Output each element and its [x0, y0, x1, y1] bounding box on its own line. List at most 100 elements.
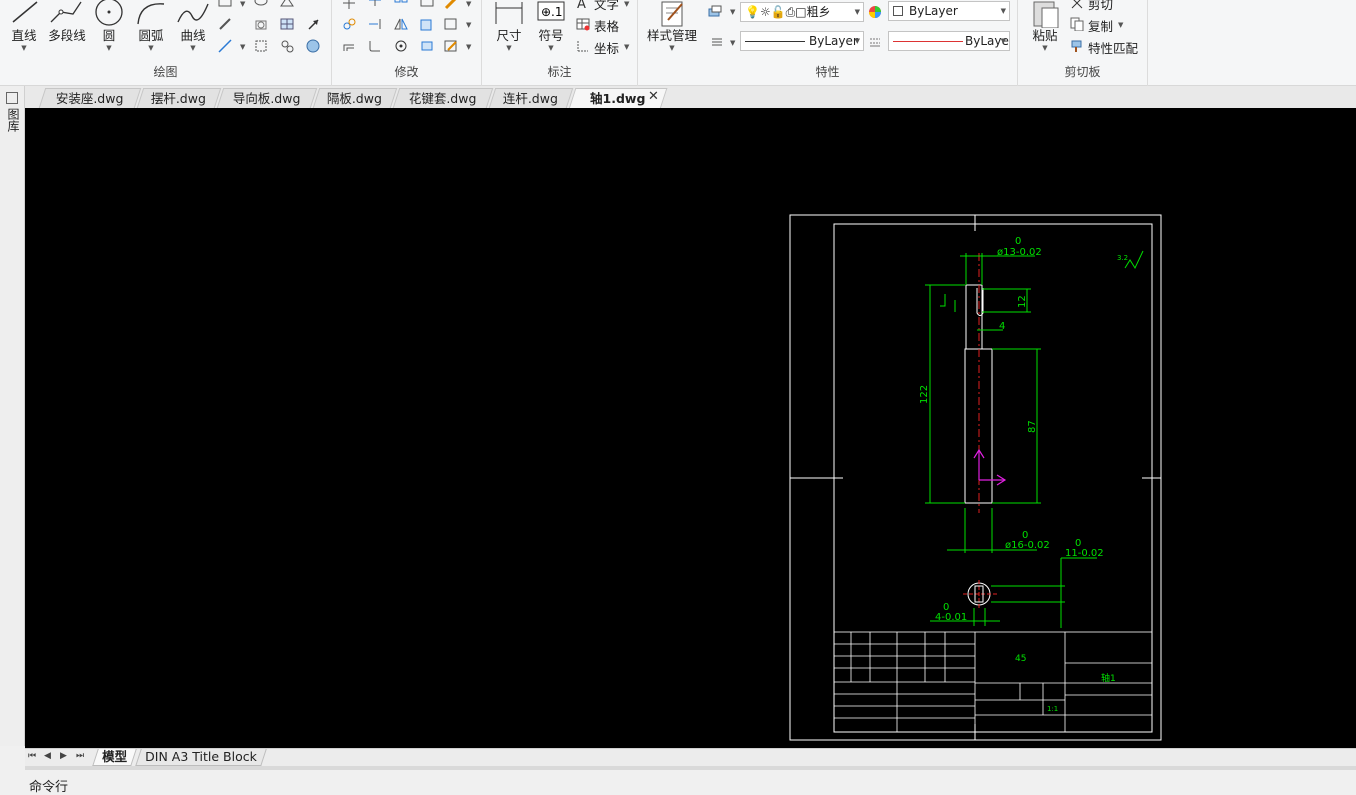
- annotate-panel: 尺寸 ▼ ⊕.1 符号 ▼ A 文字 ▼ 表格 坐标 ▼ 标注: [482, 0, 638, 86]
- tab-geban[interactable]: 隔板.dwg: [312, 88, 398, 108]
- mirror-icon[interactable]: [394, 17, 408, 31]
- paste-button[interactable]: 粘贴 ▼: [1024, 0, 1066, 52]
- table-label[interactable]: 表格: [594, 16, 619, 35]
- symbol-icon: ⊕.1: [530, 0, 572, 28]
- pointer-icon[interactable]: [306, 17, 320, 31]
- annotate-panel-title: 标注: [547, 65, 572, 79]
- linetype-sample: [745, 41, 805, 42]
- clipboard-panel: 粘贴 ▼ 剪切 复制 ▼ 特性匹配 剪切板: [1018, 0, 1148, 86]
- library-icon[interactable]: [6, 92, 18, 104]
- ellipse-icon[interactable]: [254, 0, 268, 10]
- scissors-icon[interactable]: [1070, 0, 1084, 10]
- cut-label[interactable]: 剪切: [1088, 0, 1113, 13]
- tool-palette-strip: 图库: [0, 86, 25, 746]
- table-grid-icon[interactable]: [280, 17, 294, 31]
- fillet-icon[interactable]: [368, 39, 382, 53]
- explode-icon[interactable]: [444, 17, 458, 31]
- modify-panel: ▼ ▼ ▼ 修改: [332, 0, 482, 86]
- rotate-icon[interactable]: [394, 39, 408, 53]
- move-icon[interactable]: [342, 0, 356, 10]
- lineweight-combo[interactable]: ByLayer ▼: [888, 31, 1010, 51]
- copy-icon[interactable]: [1070, 17, 1084, 32]
- outer-frame: [789, 214, 1162, 741]
- stretch-icon[interactable]: [420, 0, 434, 10]
- lightbulb-icon: 💡: [745, 5, 760, 19]
- line-tool-button[interactable]: 直线 ▼: [3, 0, 45, 52]
- boundary-icon[interactable]: [254, 39, 268, 53]
- dim-122: 122: [919, 385, 930, 404]
- trim-icon[interactable]: [368, 0, 382, 10]
- coordinate-icon[interactable]: [576, 39, 590, 53]
- dim-4: 4: [999, 321, 1005, 332]
- match-properties-label[interactable]: 特性匹配: [1088, 38, 1138, 57]
- symbol-button[interactable]: ⊕.1 符号 ▼: [530, 0, 572, 52]
- table-icon[interactable]: [576, 17, 590, 31]
- layer-combo[interactable]: 💡☼🔓⎙□粗乡 ▼: [740, 2, 864, 22]
- linestyle-icon[interactable]: [868, 35, 882, 49]
- next-layout-icon[interactable]: ▶: [60, 751, 67, 761]
- scale-text: 1:1: [1047, 705, 1058, 713]
- dim-top-diameter: ø13-0.02: [997, 247, 1042, 258]
- dimension-button[interactable]: 尺寸 ▼: [488, 0, 530, 52]
- tab-daoxiangban[interactable]: 导向板.dwg: [216, 88, 318, 108]
- copy-label[interactable]: 复制: [1088, 16, 1113, 35]
- style-manager-button[interactable]: 样式管理 ▼: [644, 0, 700, 52]
- sun-icon: ☼: [759, 5, 771, 19]
- linetype-combo[interactable]: ByLayer ▼: [740, 31, 864, 51]
- tab-anzhuangzuo[interactable]: 安装座.dwg: [38, 88, 142, 108]
- roughness-mark: 3.2: [1117, 254, 1128, 262]
- command-label: 命令行: [29, 780, 69, 795]
- dimension-texts: 0 ø13-0.02 12 4 122 87 0 ø16-0.02 0 11-0…: [919, 236, 1128, 623]
- properties-panel: 样式管理 ▼ ▼ 💡☼🔓⎙□粗乡 ▼ ByLayer ▼ ▼ ByLayer ▼…: [638, 0, 1018, 86]
- tab-din-a3-title-block[interactable]: DIN A3 Title Block: [135, 749, 267, 766]
- polyline-tool-button[interactable]: 多段线: [45, 0, 89, 44]
- polygon-icon[interactable]: [280, 0, 294, 10]
- text-label[interactable]: 文字: [594, 0, 619, 13]
- match-properties-icon[interactable]: [1070, 39, 1084, 53]
- command-line[interactable]: 命令行: [25, 766, 1356, 795]
- copy-object-icon[interactable]: [342, 17, 356, 31]
- tab-huajiantao[interactable]: 花键套.dwg: [392, 88, 494, 108]
- layer-manager-icon[interactable]: [708, 4, 722, 18]
- hatch-line-icon[interactable]: [218, 17, 232, 31]
- first-layout-icon[interactable]: ⏮: [28, 751, 36, 761]
- material-text: 45: [1015, 654, 1026, 664]
- block-icon[interactable]: [420, 39, 434, 53]
- color-wheel-icon[interactable]: [868, 5, 882, 19]
- text-icon[interactable]: A: [576, 0, 590, 12]
- offset-icon[interactable]: [342, 39, 356, 53]
- arc-tool-button[interactable]: 圆弧 ▼: [130, 0, 172, 52]
- paste-icon: [1024, 0, 1066, 29]
- tab-baigan[interactable]: 摆杆.dwg: [136, 88, 222, 108]
- ribbon: 直线 ▼ 多段线 圆 ▼ 圆弧 ▼ 曲线 ▼ ▼ ▼ 绘图 ▼ ▼ ▼ 修改 尺…: [0, 0, 1356, 86]
- tab-liangan[interactable]: 连杆.dwg: [488, 88, 574, 108]
- color-combo[interactable]: ByLayer ▼: [888, 1, 1010, 21]
- dim-4b: 4-0.01: [935, 612, 967, 623]
- lock-icon: 🔓: [770, 5, 786, 19]
- circle-tool-button[interactable]: 圆 ▼: [88, 0, 130, 52]
- white-color-swatch: [893, 6, 903, 16]
- prev-layout-icon[interactable]: ◀: [44, 751, 51, 761]
- tab-model[interactable]: 模型: [92, 749, 137, 766]
- coordinate-label[interactable]: 坐标: [594, 38, 619, 57]
- group-icon[interactable]: [280, 39, 294, 53]
- dim-11: 11-0.02: [1065, 548, 1104, 559]
- spline-tool-button[interactable]: 曲线 ▼: [172, 0, 214, 52]
- scale-icon[interactable]: [420, 17, 434, 31]
- close-tab-icon[interactable]: ✕: [648, 89, 659, 104]
- properties-edit-icon[interactable]: [444, 39, 458, 53]
- printer-icon: ⎙: [785, 5, 796, 19]
- drawing-canvas[interactable]: 0 ø13-0.02 12 4 122 87 0 ø16-0.02 0 11-0…: [25, 108, 1356, 748]
- last-layout-icon[interactable]: ⏭: [76, 751, 84, 761]
- color-swatch-icon: □: [795, 5, 807, 19]
- sphere-icon[interactable]: [306, 39, 320, 53]
- construction-line-icon[interactable]: [218, 39, 232, 53]
- erase-icon[interactable]: [444, 0, 458, 10]
- region-icon[interactable]: [254, 17, 268, 31]
- extend-icon[interactable]: [368, 17, 382, 31]
- lineweight-icon[interactable]: [710, 35, 724, 49]
- arc-icon: [130, 0, 172, 28]
- array-icon[interactable]: [394, 0, 408, 10]
- library-label[interactable]: 图库: [5, 108, 22, 132]
- rectangle-icon[interactable]: [218, 0, 232, 10]
